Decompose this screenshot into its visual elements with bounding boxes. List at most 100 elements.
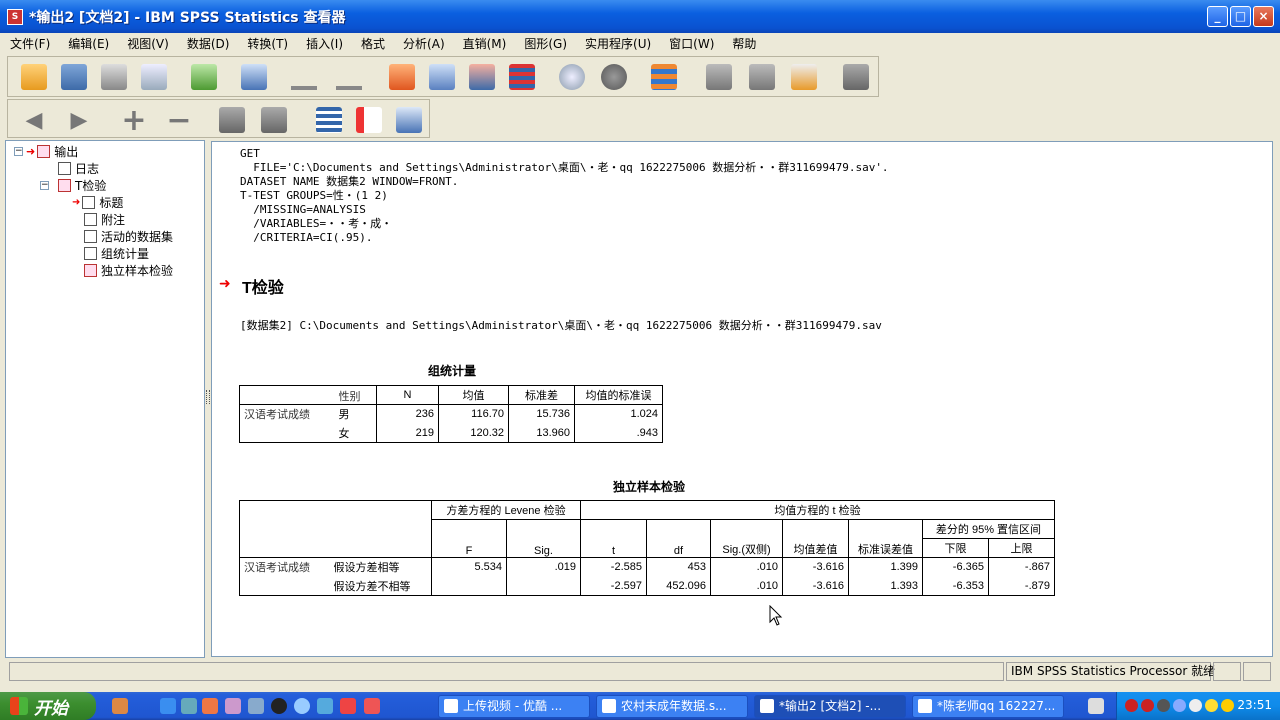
menu-insert[interactable]: 插入(I): [296, 35, 351, 52]
cell-n: 236: [376, 404, 439, 424]
run-descriptives-icon[interactable]: [556, 61, 588, 93]
tree-node-independent-test[interactable]: 独立样本检验: [84, 262, 173, 278]
show-icon[interactable]: [216, 104, 248, 136]
tree-node-ttest[interactable]: T检验: [58, 177, 106, 193]
save-icon[interactable]: [58, 61, 90, 93]
network-icon[interactable]: [1173, 699, 1186, 712]
goto-case-icon[interactable]: [426, 61, 458, 93]
menu-direct-marketing[interactable]: 直销(M): [453, 35, 515, 52]
status-bar: IBM SPSS Statistics Processor 就绪: [0, 660, 1280, 684]
menu-view[interactable]: 视图(V): [117, 35, 177, 52]
tray-icon[interactable]: [1141, 699, 1154, 712]
insert-text-icon[interactable]: [393, 104, 425, 136]
script-icon[interactable]: [788, 61, 820, 93]
quicklaunch-icon[interactable]: [202, 698, 218, 714]
hide-icon[interactable]: [258, 104, 290, 136]
quicklaunch-icon[interactable]: [225, 698, 241, 714]
tree-node-log[interactable]: 日志: [58, 160, 99, 176]
group-female: 女: [334, 423, 377, 443]
recall-dialog-icon[interactable]: [238, 61, 270, 93]
clock[interactable]: 23:51: [1237, 698, 1272, 712]
designate-window-icon[interactable]: [703, 61, 735, 93]
corner-cell: [239, 385, 335, 405]
cell-sd: 13.960: [508, 423, 575, 443]
quicklaunch-icon[interactable]: [340, 698, 356, 714]
splitter-handle[interactable]: [206, 390, 210, 404]
quicklaunch-icon[interactable]: [364, 698, 380, 714]
quicklaunch-icon[interactable]: [248, 698, 264, 714]
ie-icon[interactable]: [160, 698, 176, 714]
title-bar[interactable]: S *输出2 [文档2] - IBM SPSS Statistics 查看器 _…: [0, 0, 1280, 33]
select-cases-icon[interactable]: [598, 61, 630, 93]
menu-format[interactable]: 格式: [351, 35, 393, 52]
task-teacher-chen[interactable]: *陈老师qq 162227...: [912, 695, 1064, 718]
quicklaunch-icon[interactable]: [271, 698, 287, 714]
security-shield-icon[interactable]: [1205, 699, 1218, 712]
collapse-ttest-toggle[interactable]: −: [40, 181, 49, 190]
notes-icon: [84, 212, 97, 226]
tray-icon[interactable]: [1125, 699, 1138, 712]
system-tray: 23:51: [1116, 692, 1280, 720]
goto-data-icon[interactable]: [386, 61, 418, 93]
section-title[interactable]: T检验: [242, 274, 284, 298]
menu-data[interactable]: 数据(D): [177, 35, 238, 52]
volume-icon[interactable]: [1189, 699, 1202, 712]
menu-help[interactable]: 帮助: [722, 35, 764, 52]
collapse-output-toggle[interactable]: −: [14, 147, 23, 156]
group-stats-table[interactable]: 性别 N 均值 标准差 均值的标准误 汉语考试成绩 男 236 116.70 1…: [239, 385, 663, 443]
menu-file[interactable]: 文件(F): [0, 35, 58, 52]
value-labels-icon[interactable]: [648, 61, 680, 93]
menu-utilities[interactable]: 实用程序(U): [575, 35, 659, 52]
cell-f: [431, 576, 507, 596]
cell-mean: 116.70: [438, 404, 509, 424]
back-arrow-icon[interactable]: ◀: [18, 104, 50, 136]
start-button[interactable]: 开始: [0, 692, 96, 720]
maximize-button[interactable]: □: [1230, 6, 1251, 27]
spell-icon[interactable]: [840, 61, 872, 93]
insert-title-icon[interactable]: [353, 104, 385, 136]
menu-window[interactable]: 窗口(W): [659, 35, 722, 52]
expand-plus-icon[interactable]: +: [118, 103, 150, 138]
variables-icon[interactable]: [506, 61, 538, 93]
tree-node-title[interactable]: ➜ 标题: [72, 194, 123, 210]
quicklaunch-icon[interactable]: [181, 698, 197, 714]
quicklaunch-icon[interactable]: [112, 698, 128, 714]
output-content-pane: GET FILE='C:\Documents and Settings\Admi…: [211, 141, 1273, 657]
task-youku-upload[interactable]: 上传视频 - 优酷 ...: [438, 695, 590, 718]
collapse-minus-icon[interactable]: −: [163, 103, 195, 138]
export-icon[interactable]: [188, 61, 220, 93]
goto-variable-icon[interactable]: [466, 61, 498, 93]
undo-icon[interactable]: [288, 61, 320, 93]
keyboard-icon[interactable]: [1088, 698, 1104, 714]
menu-transform[interactable]: 转换(T): [237, 35, 296, 52]
media-player-icon[interactable]: [294, 698, 310, 714]
col-mean: 均值: [438, 385, 509, 405]
windows-logo-icon: [10, 697, 28, 715]
log-icon: [58, 161, 71, 175]
quicklaunch-icon[interactable]: [317, 698, 333, 714]
tree-node-notes[interactable]: 附注: [84, 211, 125, 227]
independent-test-table[interactable]: 方差方程的 Levene 检验 均值方程的 t 检验 F Sig. t df S…: [239, 500, 1055, 596]
insert-heading-icon[interactable]: [313, 104, 345, 136]
col-sig: Sig.: [506, 519, 581, 558]
tray-icon[interactable]: [1221, 699, 1234, 712]
menu-graphs[interactable]: 图形(G): [514, 35, 575, 52]
task-spss-output[interactable]: *输出2 [文档2] -...: [754, 695, 906, 718]
minimize-button[interactable]: _: [1207, 6, 1228, 27]
tree-node-group-stats[interactable]: 组统计量: [84, 245, 149, 261]
menu-edit[interactable]: 编辑(E): [58, 35, 117, 52]
tree-node-output[interactable]: ➜ 输出: [26, 143, 78, 159]
menu-analyze[interactable]: 分析(A): [393, 35, 453, 52]
forward-arrow-icon[interactable]: ▶: [63, 104, 95, 136]
print-preview-icon[interactable]: [138, 61, 170, 93]
redo-icon[interactable]: [333, 61, 365, 93]
tray-icon[interactable]: [1157, 699, 1170, 712]
syntax-line: /VARIABLES=・・考・成・: [240, 217, 393, 230]
open-icon[interactable]: [18, 61, 50, 93]
tree-node-active-dataset[interactable]: 活动的数据集: [84, 228, 173, 244]
status-cell: [1213, 662, 1241, 681]
close-button[interactable]: ×: [1253, 6, 1274, 27]
print-icon[interactable]: [98, 61, 130, 93]
show-all-icon[interactable]: [746, 61, 778, 93]
task-rural-data[interactable]: 农村未成年数据.s...: [596, 695, 748, 718]
